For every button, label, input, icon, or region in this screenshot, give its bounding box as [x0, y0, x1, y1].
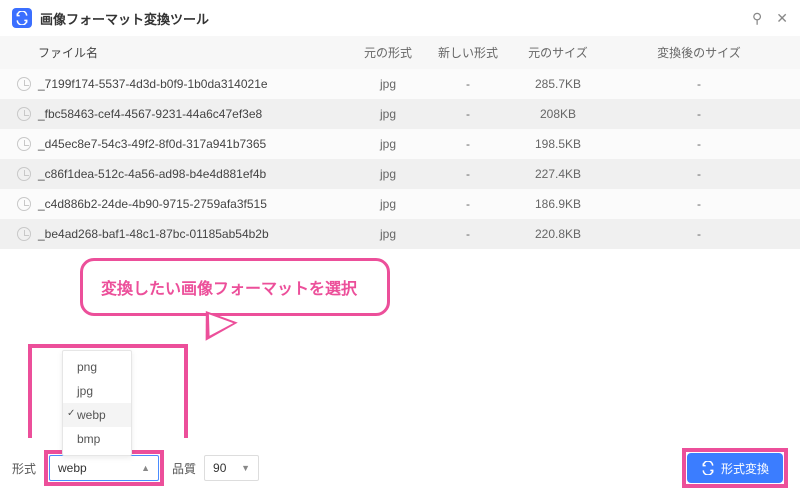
pin-icon[interactable]: ⚲ — [752, 10, 762, 27]
clock-icon — [17, 197, 31, 211]
clock-icon — [17, 167, 31, 181]
table-row[interactable]: _d45ec8e7-54c3-49f2-8f0d-317a941b7365jpg… — [0, 129, 800, 159]
app-title: 画像フォーマット変換ツール — [40, 9, 209, 28]
cell-src-format: jpg — [348, 77, 428, 91]
cell-src-size: 198.5KB — [508, 137, 608, 151]
format-option-png[interactable]: png — [63, 355, 131, 379]
format-option-jpg[interactable]: jpg — [63, 379, 131, 403]
cell-src-size: 186.9KB — [508, 197, 608, 211]
table-row[interactable]: _c86f1dea-512c-4a56-ad98-b4e4d881ef4bjpg… — [0, 159, 800, 189]
cell-name: _be4ad268-baf1-48c1-87bc-01185ab54b2b — [38, 227, 348, 241]
format-select[interactable]: webp ▲ — [49, 455, 159, 481]
format-label: 形式 — [12, 460, 36, 477]
cell-src-size: 220.8KB — [508, 227, 608, 241]
col-header-name: ファイル名 — [38, 44, 348, 61]
cell-new-size: - — [608, 167, 790, 181]
table-header: ファイル名 元の形式 新しい形式 元のサイズ 変換後のサイズ — [0, 36, 800, 69]
caret-down-icon: ▼ — [241, 463, 250, 473]
format-dropdown-panel[interactable]: pngjpgwebpbmp — [62, 350, 132, 456]
table-row[interactable]: _fbc58463-cef4-4567-9231-44a6c47ef3e8jpg… — [0, 99, 800, 129]
clock-icon — [17, 107, 31, 121]
cell-name: _fbc58463-cef4-4567-9231-44a6c47ef3e8 — [38, 107, 348, 121]
cell-src-format: jpg — [348, 197, 428, 211]
cell-new-format: - — [428, 107, 508, 121]
cell-new-format: - — [428, 167, 508, 181]
cell-name: _d45ec8e7-54c3-49f2-8f0d-317a941b7365 — [38, 137, 348, 151]
cell-src-size: 227.4KB — [508, 167, 608, 181]
table-body: _7199f174-5537-4d3d-b0f9-1b0da314021ejpg… — [0, 69, 800, 249]
cell-new-format: - — [428, 197, 508, 211]
titlebar: 画像フォーマット変換ツール ⚲ ✕ — [0, 0, 800, 36]
col-header-src-format: 元の形式 — [348, 44, 428, 61]
table-row[interactable]: _c4d886b2-24de-4b90-9715-2759afa3f515jpg… — [0, 189, 800, 219]
clock-icon — [17, 77, 31, 91]
cell-name: _7199f174-5537-4d3d-b0f9-1b0da314021e — [38, 77, 348, 91]
cell-name: _c86f1dea-512c-4a56-ad98-b4e4d881ef4b — [38, 167, 348, 181]
format-option-webp[interactable]: webp — [63, 403, 131, 427]
clock-icon — [17, 227, 31, 241]
cell-new-size: - — [608, 227, 790, 241]
cell-src-format: jpg — [348, 137, 428, 151]
cell-src-format: jpg — [348, 167, 428, 181]
quality-label: 品質 — [172, 460, 196, 477]
refresh-icon — [701, 461, 715, 475]
cell-new-format: - — [428, 77, 508, 91]
cell-src-format: jpg — [348, 227, 428, 241]
callout-tail — [196, 311, 238, 349]
close-icon[interactable]: ✕ — [776, 10, 788, 27]
app-icon — [12, 8, 32, 28]
table-row[interactable]: _be4ad268-baf1-48c1-87bc-01185ab54b2bjpg… — [0, 219, 800, 249]
format-option-bmp[interactable]: bmp — [63, 427, 131, 451]
cell-name: _c4d886b2-24de-4b90-9715-2759afa3f515 — [38, 197, 348, 211]
cell-new-size: - — [608, 107, 790, 121]
cell-src-size: 285.7KB — [508, 77, 608, 91]
col-header-new-format: 新しい形式 — [428, 44, 508, 61]
convert-button[interactable]: 形式変換 — [687, 453, 783, 483]
cell-new-format: - — [428, 227, 508, 241]
cell-src-size: 208KB — [508, 107, 608, 121]
cell-new-size: - — [608, 137, 790, 151]
col-header-src-size: 元のサイズ — [508, 44, 608, 61]
cell-src-format: jpg — [348, 107, 428, 121]
col-header-new-size: 変換後のサイズ — [608, 44, 790, 61]
table-row[interactable]: _7199f174-5537-4d3d-b0f9-1b0da314021ejpg… — [0, 69, 800, 99]
cell-new-size: - — [608, 77, 790, 91]
clock-icon — [17, 137, 31, 151]
cell-new-size: - — [608, 197, 790, 211]
caret-up-icon: ▲ — [141, 463, 150, 473]
cell-new-format: - — [428, 137, 508, 151]
callout: 変換したい画像フォーマットを選択 — [80, 258, 390, 316]
quality-select[interactable]: 90 ▼ — [204, 455, 259, 481]
